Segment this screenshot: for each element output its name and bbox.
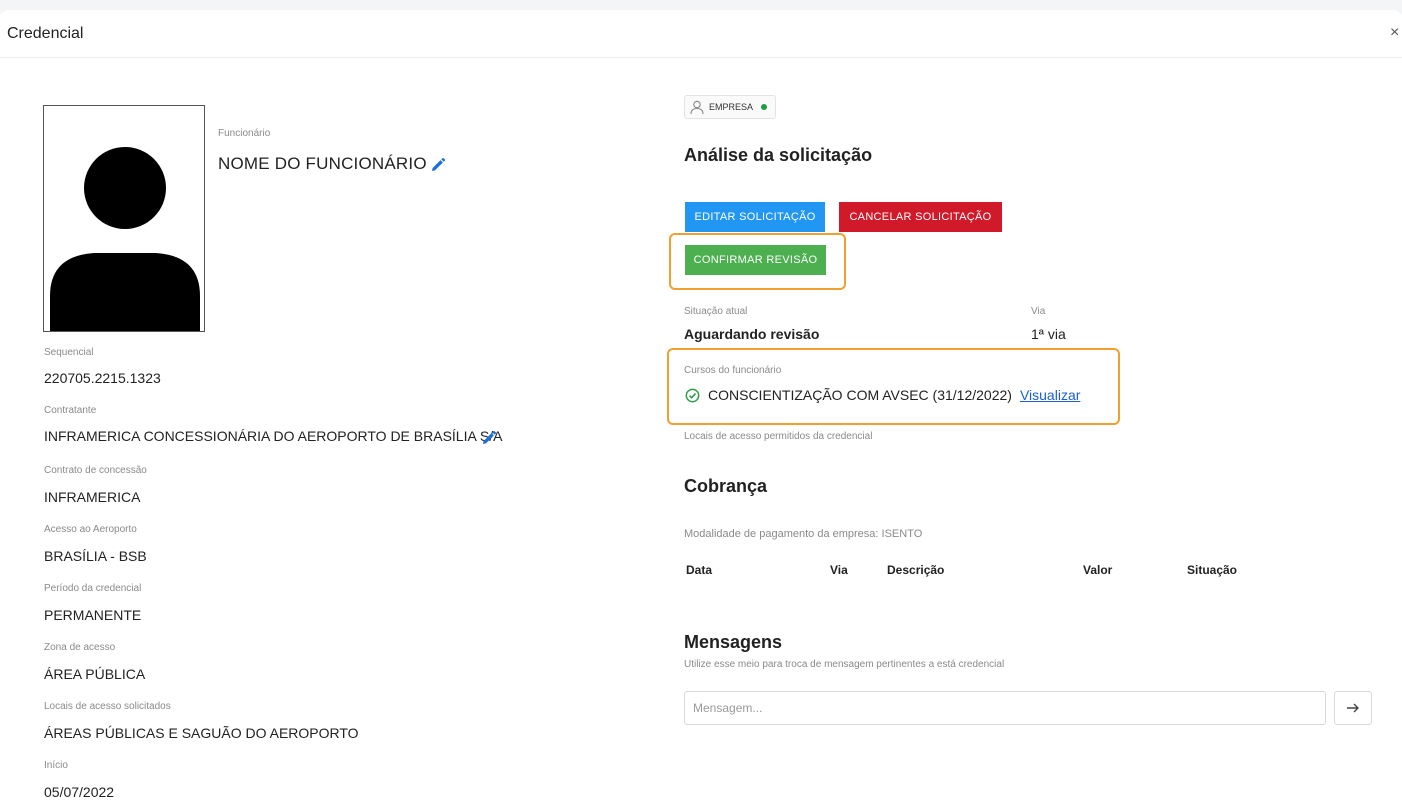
contrato-value: INFRAMERICA [44, 489, 141, 505]
permitted-locations-label: Locais de acesso permitidos da credencia… [684, 431, 873, 442]
locais-solicitados-value: ÁREAS PÚBLICAS E SAGUÃO DO AEROPORTO [44, 725, 359, 741]
send-message-button[interactable] [1334, 691, 1372, 725]
status-label: Situação atual [684, 306, 748, 317]
periodo-label: Período da credencial [44, 583, 142, 594]
empresa-badge: EMPRESA [684, 95, 777, 119]
via-value: 1ª via [1031, 326, 1066, 342]
cancel-request-button[interactable]: CANCELAR SOLICITAÇÃO [839, 202, 1002, 232]
person-placeholder-icon [50, 147, 200, 331]
contratante-value: INFRAMERICA CONCESSIONÁRIA DO AEROPORTO … [44, 428, 503, 444]
view-course-link[interactable]: Visualizar [1020, 387, 1080, 403]
via-label: Via [1031, 306, 1046, 317]
confirm-review-button[interactable]: CONFIRMAR REVISÃO [685, 245, 826, 275]
zona-label: Zona de acesso [44, 642, 116, 653]
employee-photo [43, 105, 205, 332]
inicio-value: 05/07/2022 [44, 784, 115, 800]
contrato-label: Contrato de concessão [44, 465, 147, 476]
acesso-aeroporto-label: Acesso ao Aeroporto [44, 524, 137, 535]
courses-label: Cursos do funcionário [684, 365, 782, 376]
col-data: Data [686, 563, 713, 577]
sequencial-value: 220705.2215.1323 [44, 370, 161, 386]
status-value: Aguardando revisão [684, 326, 820, 342]
employee-name-label: Funcionário [218, 128, 271, 139]
check-circle-icon [685, 388, 700, 402]
empresa-badge-text: EMPRESA [709, 102, 754, 112]
message-input[interactable] [684, 691, 1326, 725]
course-item: CONSCIENTIZAÇÃO COM AVSEC (31/12/2022) V… [685, 387, 1080, 403]
col-descricao: Descrição [887, 563, 945, 577]
edit-contratante-icon[interactable] [481, 430, 497, 446]
sequencial-label: Sequencial [44, 347, 94, 358]
payment-mode: Modalidade de pagamento da empresa: ISEN… [684, 528, 923, 540]
analysis-title: Análise da solicitação [684, 145, 873, 165]
modal-header: Credencial × [0, 10, 1402, 58]
acesso-aeroporto-value: BRASÍLIA - BSB [44, 548, 147, 564]
col-valor: Valor [1083, 563, 1113, 577]
course-text: CONSCIENTIZAÇÃO COM AVSEC (31/12/2022) [708, 387, 1012, 403]
col-via: Via [830, 563, 848, 577]
contratante-label: Contratante [44, 405, 97, 416]
inicio-label: Início [44, 760, 68, 771]
close-icon[interactable]: × [1390, 24, 1402, 42]
status-dot [761, 104, 768, 110]
locais-solicitados-label: Locais de acesso solicitados [44, 701, 171, 712]
messages-title: Mensagens [684, 632, 783, 652]
zona-value: ÁREA PÚBLICA [44, 666, 146, 682]
employee-name: NOME DO FUNCIONÁRIO [218, 154, 427, 173]
modal-title: Credencial [7, 25, 84, 42]
messages-subtitle: Utilize esse meio para troca de mensagem… [684, 659, 1005, 670]
edit-pencil-icon[interactable] [430, 157, 446, 173]
col-situacao: Situação [1187, 563, 1238, 577]
arrow-right-icon [1347, 703, 1359, 713]
user-icon [690, 100, 704, 115]
periodo-value: PERMANENTE [44, 607, 142, 623]
edit-request-button[interactable]: EDITAR SOLICITAÇÃO [685, 202, 825, 232]
billing-title: Cobrança [684, 476, 768, 496]
